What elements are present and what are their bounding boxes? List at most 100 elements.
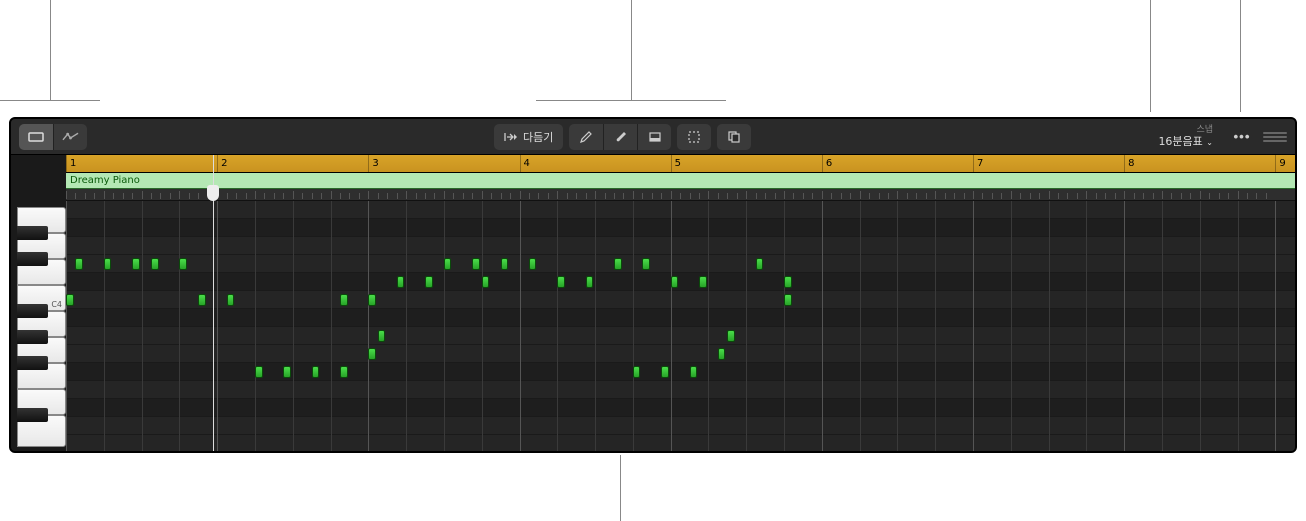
midi-note[interactable] xyxy=(425,276,433,288)
region-header[interactable]: Dreamy Piano xyxy=(66,173,1295,189)
grid-row xyxy=(66,291,1295,309)
snap-label: 스냅 xyxy=(1158,125,1213,136)
midi-note[interactable] xyxy=(340,366,348,378)
more-button[interactable]: ••• xyxy=(1227,124,1257,150)
brush-tool-button[interactable] xyxy=(603,124,637,150)
midi-note[interactable] xyxy=(671,276,679,288)
midi-note[interactable] xyxy=(368,348,376,360)
beat-line xyxy=(331,201,332,451)
midi-note[interactable] xyxy=(283,366,291,378)
automation-icon xyxy=(62,131,79,143)
midi-note[interactable] xyxy=(75,258,83,270)
midi-note[interactable] xyxy=(784,294,792,306)
midi-note[interactable] xyxy=(378,330,386,342)
snap-setting[interactable]: 스냅 16분음표 ⌄ xyxy=(1158,125,1213,149)
play-next-button[interactable]: 다듬기 xyxy=(494,124,563,150)
bar-mark: 5 xyxy=(671,155,681,172)
midi-note[interactable] xyxy=(151,258,159,270)
midi-note[interactable] xyxy=(132,258,140,270)
grid-row xyxy=(66,435,1295,451)
grid-row xyxy=(66,201,1295,219)
bar-line xyxy=(671,201,672,451)
selection-button[interactable] xyxy=(677,124,711,150)
beat-line xyxy=(1011,201,1012,451)
bar-line xyxy=(973,201,974,451)
midi-note[interactable] xyxy=(690,366,698,378)
midi-note[interactable] xyxy=(756,258,764,270)
beat-line xyxy=(1238,201,1239,451)
beat-line xyxy=(897,201,898,451)
midi-note[interactable] xyxy=(255,366,263,378)
bar-line xyxy=(1124,201,1125,451)
bar-line xyxy=(368,201,369,451)
bar-mark: 4 xyxy=(520,155,530,172)
black-key[interactable] xyxy=(17,330,48,344)
view-mode-group xyxy=(19,124,87,150)
beat-line xyxy=(1049,201,1050,451)
region-name: Dreamy Piano xyxy=(70,175,140,186)
marquee-icon xyxy=(687,130,701,144)
midi-note[interactable] xyxy=(633,366,641,378)
grid-row xyxy=(66,363,1295,381)
bar-mark: 3 xyxy=(368,155,378,172)
midi-note[interactable] xyxy=(642,258,650,270)
piano-keyboard[interactable]: C4 xyxy=(11,155,66,451)
midi-note[interactable] xyxy=(727,330,735,342)
midi-note[interactable] xyxy=(586,276,594,288)
midi-note[interactable] xyxy=(718,348,726,360)
ellipsis-icon: ••• xyxy=(1234,129,1251,144)
callout-top-r1 xyxy=(1150,0,1151,112)
midi-note[interactable] xyxy=(104,258,112,270)
tool-group xyxy=(569,124,671,150)
midi-note[interactable] xyxy=(482,276,490,288)
black-key[interactable] xyxy=(17,252,48,266)
play-arrow-icon xyxy=(504,131,518,143)
resize-handle[interactable] xyxy=(1263,132,1287,142)
bar-line xyxy=(1275,201,1276,451)
black-key[interactable] xyxy=(17,356,48,370)
midi-note[interactable] xyxy=(340,294,348,306)
callout-top-r2 xyxy=(1240,0,1241,112)
midi-note[interactable] xyxy=(179,258,187,270)
bar-mark: 7 xyxy=(973,155,983,172)
velocity-tool-button[interactable] xyxy=(637,124,671,150)
bar-mark: 9 xyxy=(1275,155,1285,172)
editor-toolbar: 다듬기 스냅 16분음표 ⌄ ••• xyxy=(11,119,1295,155)
pencil-tool-button[interactable] xyxy=(569,124,603,150)
black-key[interactable] xyxy=(17,226,48,240)
midi-note[interactable] xyxy=(699,276,707,288)
callout-top-mid-h xyxy=(536,100,726,101)
playhead-handle[interactable] xyxy=(207,185,219,201)
note-grid[interactable]: 1 2 3 4 5 6 7 8 9 Dreamy Piano xyxy=(66,155,1295,451)
midi-note[interactable] xyxy=(227,294,235,306)
beat-line xyxy=(784,201,785,451)
midi-note[interactable] xyxy=(368,294,376,306)
midi-note[interactable] xyxy=(661,366,669,378)
grid-row xyxy=(66,399,1295,417)
bar-ruler[interactable]: 1 2 3 4 5 6 7 8 9 xyxy=(66,155,1295,173)
grid-row xyxy=(66,255,1295,273)
beat-line xyxy=(104,201,105,451)
key-label-c4: C4 xyxy=(51,300,62,309)
midi-note[interactable] xyxy=(66,294,74,306)
play-next-label: 다듬기 xyxy=(523,129,553,145)
midi-note[interactable] xyxy=(557,276,565,288)
midi-note[interactable] xyxy=(784,276,792,288)
midi-note[interactable] xyxy=(397,276,405,288)
copy-button[interactable] xyxy=(717,124,751,150)
midi-note[interactable] xyxy=(444,258,452,270)
midi-note[interactable] xyxy=(472,258,480,270)
grid-row xyxy=(66,417,1295,435)
automation-view-button[interactable] xyxy=(53,124,87,150)
midi-note[interactable] xyxy=(501,258,509,270)
midi-note[interactable] xyxy=(198,294,206,306)
bar-mark: 8 xyxy=(1124,155,1134,172)
grid-row xyxy=(66,309,1295,327)
midi-note[interactable] xyxy=(614,258,622,270)
black-key[interactable] xyxy=(17,304,48,318)
black-key[interactable] xyxy=(17,408,48,422)
grid-view-button[interactable] xyxy=(19,124,53,150)
bar-line xyxy=(822,201,823,451)
midi-note[interactable] xyxy=(529,258,537,270)
midi-note[interactable] xyxy=(312,366,320,378)
